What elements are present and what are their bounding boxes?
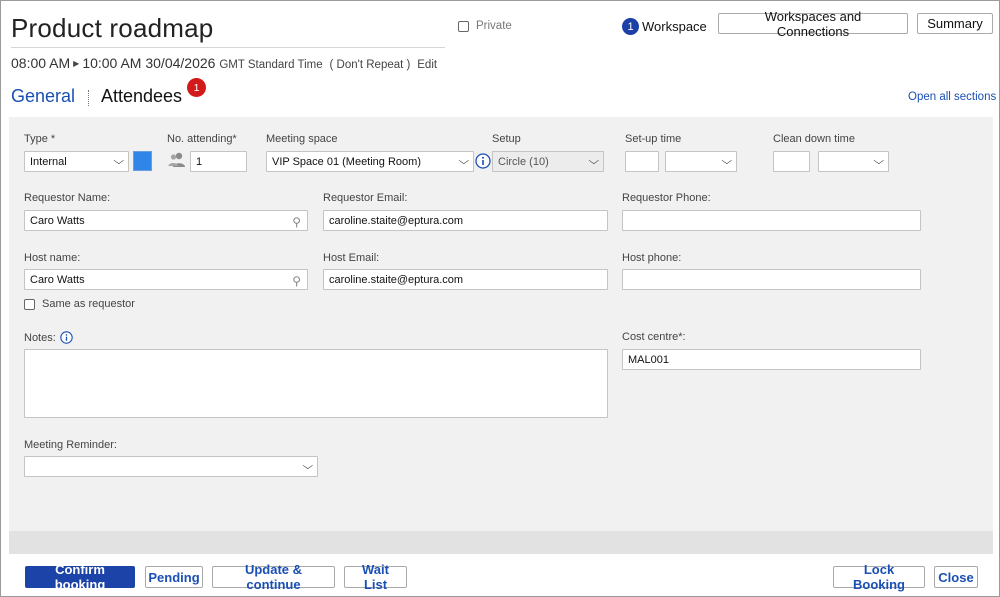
pending-button[interactable]: Pending (145, 566, 203, 588)
host-phone-label: Host phone: (622, 252, 682, 264)
arrow-right-icon: ▶ (73, 59, 80, 68)
setup-time-unit-select[interactable]: ⌵ (665, 151, 737, 172)
type-select[interactable]: Internal ⌵ (24, 151, 129, 172)
clean-time-input[interactable] (773, 151, 810, 172)
same-as-requestor-toggle[interactable]: Same as requestor (24, 298, 135, 310)
tab-divider (88, 90, 89, 106)
clean-time-unit-select[interactable]: ⌵ (818, 151, 889, 172)
notes-label: Notes: (24, 331, 56, 344)
requestor-phone-input[interactable] (622, 210, 921, 231)
update-continue-button[interactable]: Update & continue (212, 562, 335, 592)
close-button[interactable]: Close (934, 566, 978, 588)
chevron-down-icon: ⌵ (588, 156, 600, 167)
attending-input[interactable]: 1 (190, 151, 247, 172)
booking-time-summary: 08:00 AM ▶ 10:00 AM 30/04/2026 GMT Standar… (11, 55, 437, 71)
tab-attendees[interactable]: Attendees (101, 86, 182, 107)
meeting-reminder-select[interactable]: ⌵ (24, 456, 318, 477)
chevron-down-icon: ⌵ (458, 156, 470, 167)
host-phone-input[interactable] (622, 269, 921, 290)
info-icon[interactable] (60, 331, 73, 344)
lock-booking-button[interactable]: Lock Booking (833, 562, 925, 592)
type-value: Internal (30, 155, 67, 168)
workspace-indicator[interactable]: 1 Workspace (622, 18, 707, 35)
meeting-reminder-label: Meeting Reminder: (24, 439, 117, 451)
title-divider (11, 47, 445, 48)
host-email-input[interactable]: caroline.staite@eptura.com (323, 269, 608, 290)
setup-select[interactable]: Circle (10) ⌵ (492, 151, 604, 172)
setup-label: Setup (492, 133, 521, 145)
private-toggle[interactable]: Private (458, 20, 512, 32)
people-icon (167, 152, 187, 170)
meeting-space-value: VIP Space 01 (Meeting Room) (272, 155, 421, 168)
host-email-label: Host Email: (323, 252, 380, 264)
chevron-down-icon: ⌵ (873, 156, 885, 167)
chevron-down-icon: ⌵ (113, 156, 125, 167)
workspace-label: Workspace (642, 19, 707, 34)
workspace-count-badge: 1 (622, 18, 639, 35)
wait-list-button[interactable]: Wait List (344, 562, 407, 592)
page-title: Product roadmap (11, 13, 214, 43)
chevron-down-icon: ⌵ (721, 156, 733, 167)
attending-label: No. attending* (167, 133, 237, 145)
host-name-input[interactable]: Caro Watts ⚲ (24, 269, 308, 290)
requestor-email-input[interactable]: caroline.staite@eptura.com (323, 210, 608, 231)
cost-centre-input[interactable]: MAL001 (622, 349, 921, 370)
setup-time-input[interactable] (625, 151, 659, 172)
type-label: Type * (24, 133, 56, 145)
tab-general[interactable]: General (11, 86, 75, 107)
chevron-down-icon: ⌵ (302, 461, 314, 472)
meeting-space-label: Meeting space (266, 133, 338, 145)
cost-centre-label: Cost centre*: (622, 331, 686, 343)
requestor-email-label: Requestor Email: (323, 192, 408, 204)
requestor-name-value: Caro Watts (30, 214, 85, 227)
workspaces-connections-button[interactable]: Workspaces and Connections (718, 9, 908, 39)
host-name-value: Caro Watts (30, 273, 85, 286)
open-all-sections-link[interactable]: Open all sections (908, 91, 996, 103)
private-label: Private (476, 20, 512, 32)
requestor-name-label: Requestor Name: (24, 192, 111, 204)
form-panel-footer (9, 531, 993, 554)
booking-window: Product roadmap 08:00 AM ▶ 10:00 AM 30/04/… (0, 0, 1000, 597)
info-icon[interactable] (475, 153, 491, 169)
search-icon[interactable]: ⚲ (292, 215, 301, 229)
meeting-space-select[interactable]: VIP Space 01 (Meeting Room) ⌵ (266, 151, 474, 172)
setup-value: Circle (10) (498, 155, 549, 168)
requestor-name-input[interactable]: Caro Watts ⚲ (24, 210, 308, 231)
clean-time-label: Clean down time (773, 133, 855, 145)
private-checkbox[interactable] (458, 20, 469, 32)
start-time: 08:00 AM (11, 55, 71, 71)
type-color-swatch[interactable] (133, 151, 152, 171)
confirm-booking-button[interactable]: Confirm booking (25, 562, 135, 592)
general-form-panel (9, 117, 993, 554)
same-as-requestor-label: Same as requestor (42, 298, 135, 310)
requestor-phone-label: Requestor Phone: (622, 192, 711, 204)
notes-label-row: Notes: (24, 331, 73, 344)
timezone: GMT Standard Time (219, 59, 323, 71)
notes-textarea[interactable] (24, 349, 608, 418)
summary-button[interactable]: Summary (917, 13, 993, 34)
attendees-count-badge: 1 (187, 78, 206, 97)
repeat-status: ( Don't Repeat ) (329, 59, 411, 71)
search-icon[interactable]: ⚲ (292, 274, 301, 288)
same-as-requestor-checkbox[interactable] (24, 298, 35, 310)
host-name-label: Host name: (24, 252, 81, 264)
edit-time-link[interactable]: Edit (417, 59, 437, 71)
setup-time-label: Set-up time (625, 133, 682, 145)
end-time: 10:00 AM 30/04/2026 (82, 55, 216, 71)
